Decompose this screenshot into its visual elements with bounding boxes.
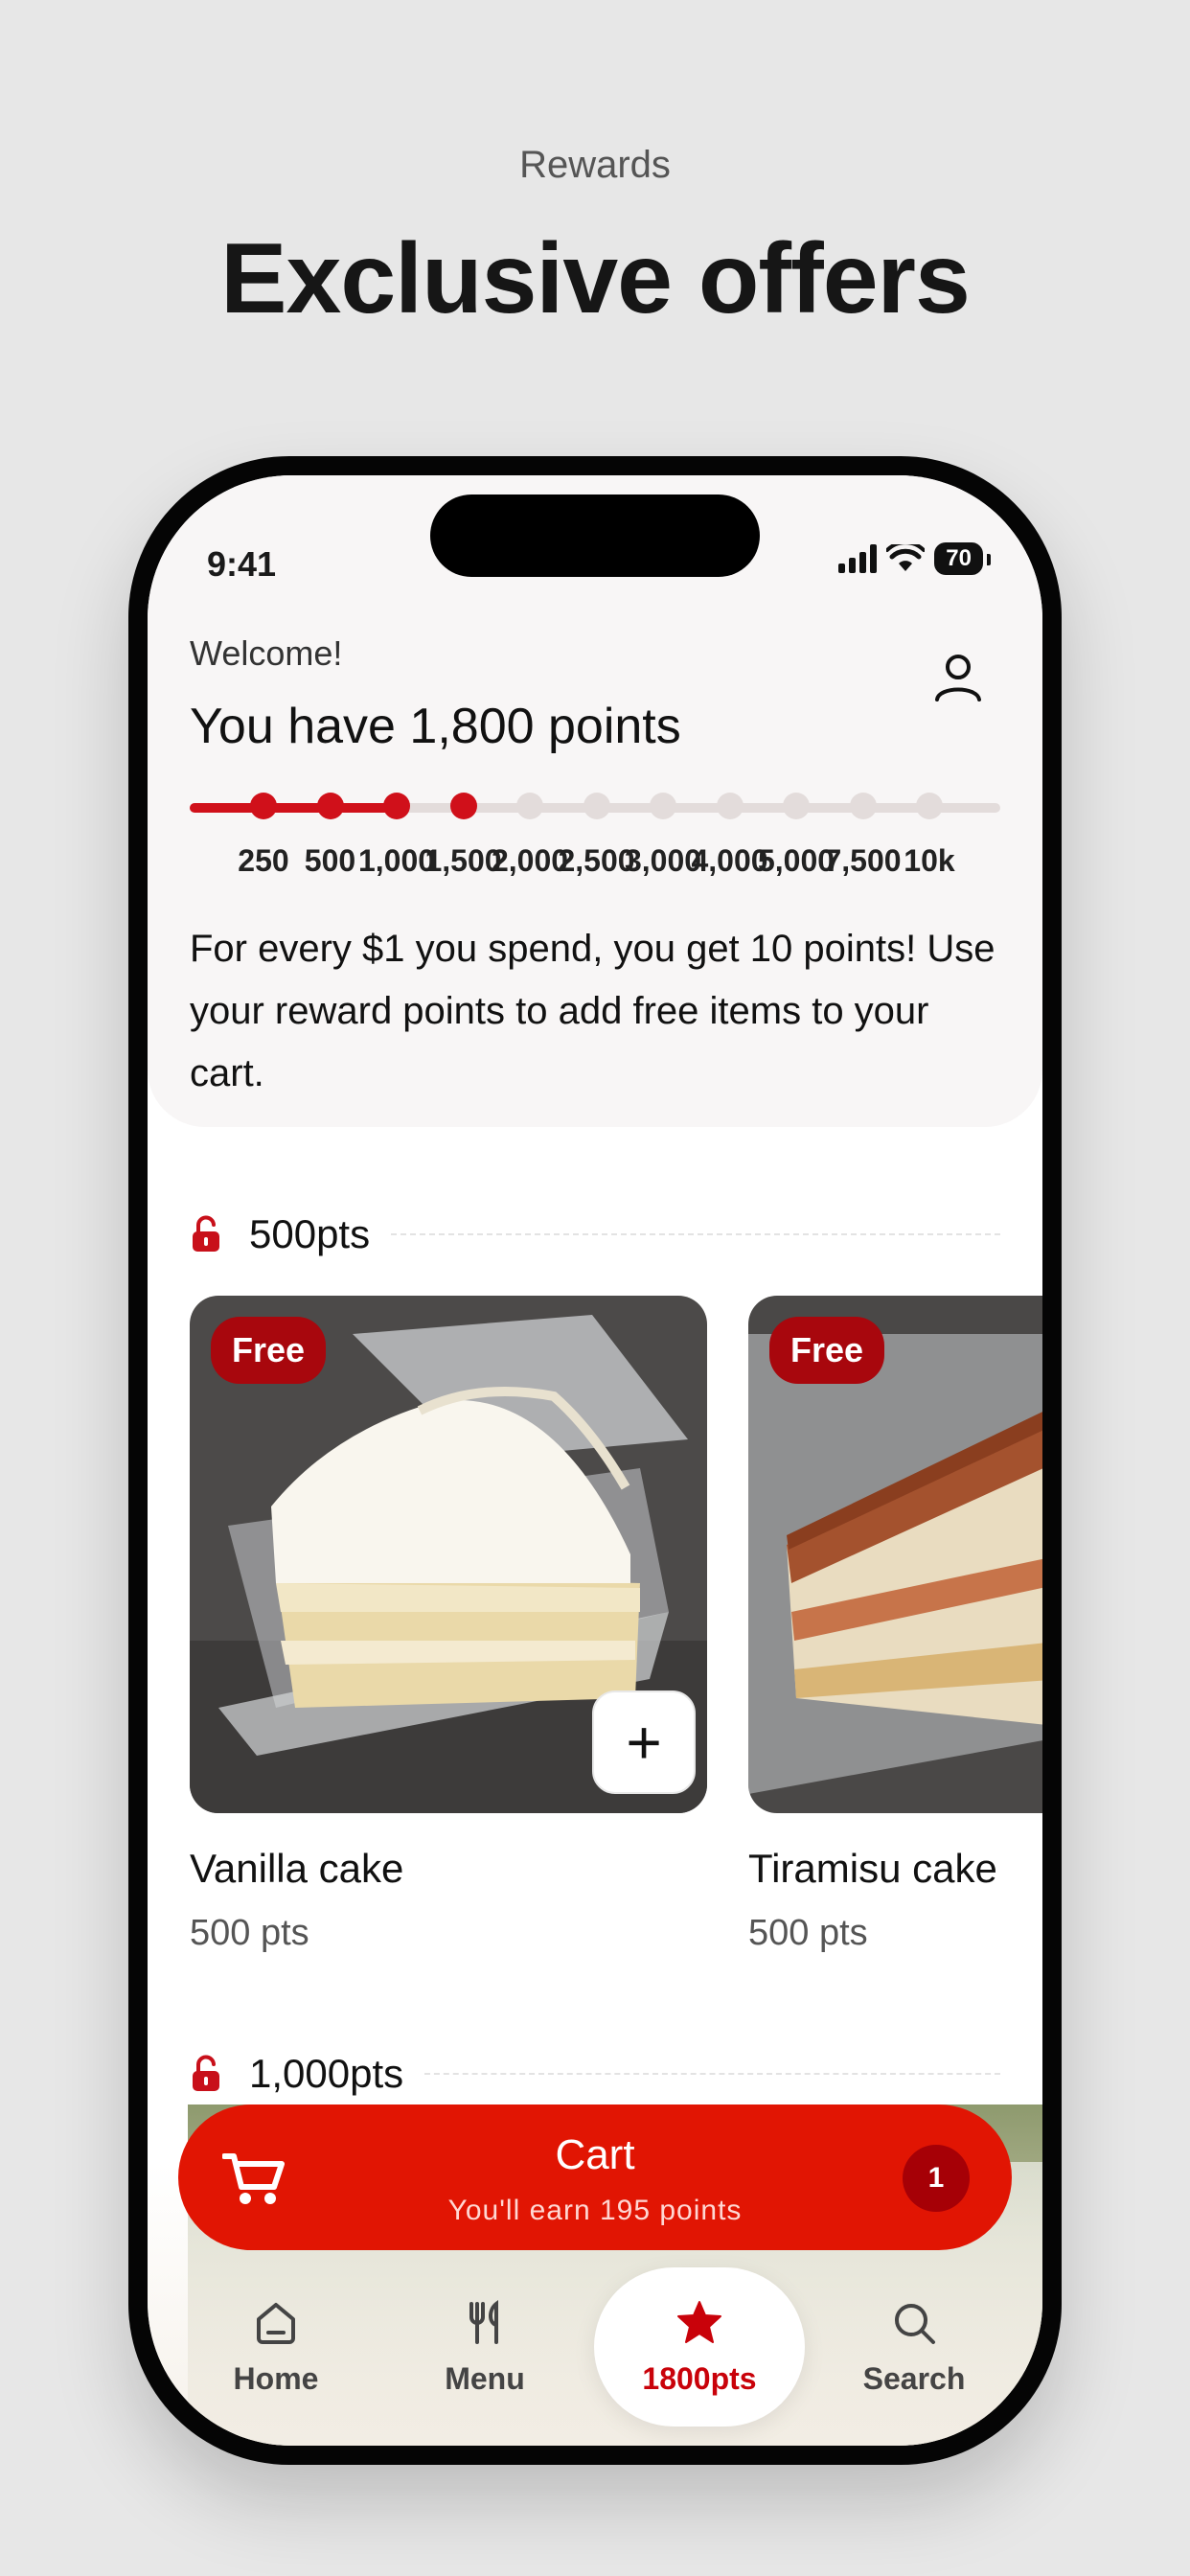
tier-label: 1,500 [424, 843, 502, 878]
section-label: 500pts [249, 1211, 371, 1256]
reward-card-tiramisu-cake[interactable]: Free Tiramisu cake 500 pts [748, 1296, 1042, 1954]
tab-label: 1800pts [642, 2360, 757, 2396]
tier-label: 500 [304, 843, 356, 878]
tier-dot [916, 793, 943, 819]
promo-eyebrow: Rewards [519, 144, 671, 186]
utensils-icon [469, 2299, 498, 2344]
user-icon[interactable] [929, 648, 987, 705]
cart-title: Cart [555, 2131, 635, 2178]
tier-label: 7,500 [824, 843, 902, 878]
tab-search[interactable]: Search [809, 2267, 1019, 2426]
section-divider [424, 2073, 1000, 2075]
tab-label: Menu [445, 2360, 525, 2396]
item-name: Vanilla cake [190, 1846, 404, 1891]
welcome-text: Welcome! [190, 633, 343, 673]
section-header-1000pts: 1,000pts [190, 2045, 1000, 2103]
points-progress-bar [190, 793, 1000, 819]
tier-label: 5,000 [757, 843, 835, 878]
tier-label: 10k [904, 843, 955, 878]
section-header-500pts: 500pts [190, 1206, 1000, 1263]
tier-dot [316, 793, 344, 819]
cart-button[interactable]: Cart You'll earn 195 points 1 [178, 2104, 1012, 2250]
tab-label: Search [862, 2360, 966, 2396]
section-divider [391, 1233, 1000, 1235]
points-title: You have 1,800 points [190, 699, 681, 754]
tier-dot [516, 793, 543, 819]
item-points: 500 pts [748, 1913, 868, 1953]
unlock-icon [193, 2055, 219, 2091]
tab-menu[interactable]: Menu [379, 2267, 590, 2426]
section-label: 1,000pts [249, 2051, 404, 2096]
tier-label: 2,500 [558, 843, 635, 878]
tier-dot [250, 793, 277, 819]
tier-label: 250 [238, 843, 289, 878]
tab-bar: Home Menu 1800pts Search [148, 2267, 1042, 2446]
phone-frame: 9:41 70 Welcome! You have 1,800 points 2… [128, 456, 1062, 2465]
tier-label: 4,000 [691, 843, 768, 878]
tier-dot [849, 793, 877, 819]
cart-count-badge: 1 [903, 2145, 970, 2212]
dynamic-island [430, 494, 760, 577]
tab-rewards[interactable]: 1800pts [594, 2267, 805, 2426]
search-icon [895, 2303, 935, 2344]
free-badge: Free [769, 1317, 885, 1384]
app-screen: 9:41 70 Welcome! You have 1,800 points 2… [148, 475, 1042, 2446]
tier-dot [583, 793, 610, 819]
tier-dot [383, 793, 410, 819]
tier-label: 3,000 [624, 843, 702, 878]
reward-card-vanilla-cake[interactable]: Free + Vanilla cake 500 pts [190, 1296, 707, 1954]
tier-dot [650, 793, 676, 819]
tier-dot [716, 793, 744, 819]
tab-label: Home [233, 2360, 319, 2396]
battery-icon: 70 [934, 542, 991, 575]
cart-earn-text: You'll earn 195 points [447, 2195, 743, 2226]
signal-icon [838, 544, 878, 573]
promo-title: Exclusive offers [220, 223, 971, 334]
status-icons: 70 [838, 542, 991, 575]
status-time: 9:41 [207, 544, 277, 584]
tier-dot [449, 793, 477, 819]
tier-dot [783, 793, 810, 819]
tier-label: 1,000 [357, 843, 436, 878]
plus-icon: + [626, 1708, 662, 1777]
item-name: Tiramisu cake [748, 1846, 997, 1891]
vanilla-cake-photo: Free + [190, 1296, 707, 1813]
star-icon [677, 2300, 721, 2343]
tier-label: 2,000 [491, 843, 569, 878]
item-points: 500 pts [190, 1913, 309, 1953]
tab-home[interactable]: Home [171, 2267, 381, 2426]
points-info-text: For every $1 you spend, you get 10 point… [190, 928, 995, 1094]
tiramisu-cake-photo: Free [748, 1296, 1042, 1813]
progress-fill [190, 803, 397, 813]
unlock-icon [193, 1215, 219, 1252]
add-to-cart-button[interactable]: + [592, 1690, 696, 1794]
home-icon [257, 2302, 295, 2344]
free-badge: Free [211, 1317, 327, 1384]
wifi-icon [886, 544, 926, 571]
